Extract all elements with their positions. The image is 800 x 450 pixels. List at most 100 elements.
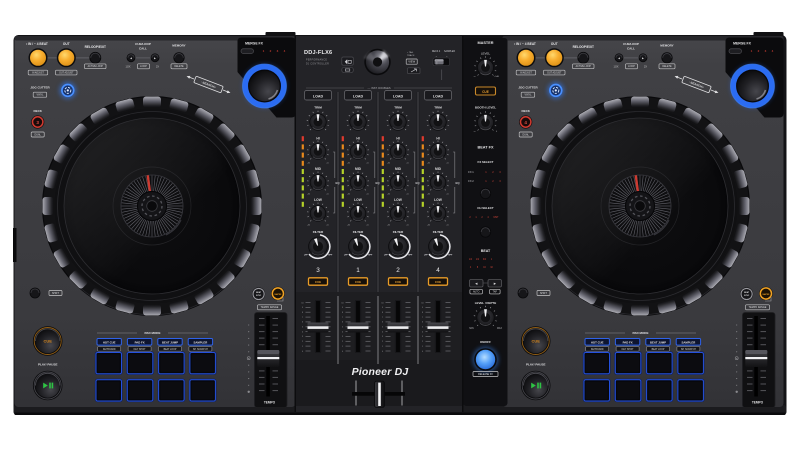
svg-text:HOT CUE: HOT CUE <box>591 340 604 344</box>
svg-text:TEMPO: TEMPO <box>264 400 276 404</box>
svg-text:HPF: HPF <box>448 255 453 257</box>
svg-text:FX 1: FX 1 <box>468 170 474 174</box>
svg-text:LEVEL / DEPTH: LEVEL / DEPTH <box>475 301 496 305</box>
svg-text:MEMORY: MEMORY <box>172 44 185 48</box>
svg-text:JOG CUTTER: JOG CUTTER <box>518 86 538 90</box>
svg-text:2: 2 <box>396 267 400 274</box>
svg-text:+6: +6 <box>326 163 328 165</box>
svg-text:CUE: CUE <box>315 280 321 284</box>
svg-text:KEYBOARD: KEYBOARD <box>103 348 116 351</box>
svg-text:RELEASE FX: RELEASE FX <box>478 373 493 376</box>
svg-text:DECK: DECK <box>521 109 530 113</box>
svg-text:KEY SHIFT: KEY SHIFT <box>134 349 146 351</box>
svg-text:BEAT LOOP: BEAT LOOP <box>652 348 665 351</box>
svg-text:-26: -26 <box>387 225 390 227</box>
svg-text:LEVEL: LEVEL <box>481 52 491 56</box>
svg-text:HPF: HPF <box>408 255 413 257</box>
svg-text:FILTER: FILTER <box>433 230 444 234</box>
svg-text:+6: +6 <box>366 225 368 227</box>
svg-text:OUT: OUT <box>551 42 558 46</box>
svg-text:CUE: CUE <box>43 339 52 344</box>
svg-text:MID: MID <box>395 167 402 171</box>
svg-text:MAX: MAX <box>497 327 502 330</box>
svg-text:DDJ-FLX6: DDJ-FLX6 <box>304 50 332 56</box>
svg-text:+ TAG: + TAG <box>407 51 413 54</box>
svg-text:1: 1 <box>356 267 360 274</box>
svg-text:SYNC: SYNC <box>744 295 750 297</box>
svg-text:PAD MODE: PAD MODE <box>633 331 649 335</box>
svg-text:ACTIVE LOOP: ACTIVE LOOP <box>88 65 104 68</box>
svg-text:BEAT LOOP: BEAT LOOP <box>164 348 177 351</box>
svg-text:DUAL: DUAL <box>523 133 530 136</box>
svg-text:TEMPO RANGE: TEMPO RANGE <box>749 306 767 309</box>
svg-text:VINYL: VINYL <box>525 94 533 97</box>
svg-text:ON/OFF: ON/OFF <box>480 340 491 344</box>
svg-text:BEAT FX: BEAT FX <box>478 145 494 149</box>
svg-text:FX SELECT: FX SELECT <box>478 160 494 164</box>
svg-text:MID: MID <box>355 167 362 171</box>
svg-text:-26: -26 <box>347 225 350 227</box>
svg-text:SYNC: SYNC <box>256 295 262 297</box>
svg-text:LOAD: LOAD <box>353 95 364 99</box>
svg-text:MASTER: MASTER <box>477 41 493 45</box>
svg-text:HOT CUE: HOT CUE <box>103 340 116 344</box>
svg-text:LOW: LOW <box>394 198 403 202</box>
svg-text:CALL: CALL <box>627 47 635 51</box>
svg-text:VINYL: VINYL <box>37 94 45 97</box>
svg-text:-26: -26 <box>307 194 310 196</box>
svg-text:-26: -26 <box>427 225 430 227</box>
svg-text:BEAT: BEAT <box>256 291 262 294</box>
svg-text:3: 3 <box>36 120 39 125</box>
svg-text:HI: HI <box>316 137 319 141</box>
svg-text:AUTO: AUTO <box>473 290 480 293</box>
svg-text:+6: +6 <box>406 225 408 227</box>
svg-text:LOOP: LOOP <box>628 65 635 68</box>
svg-text:-26: -26 <box>387 163 390 165</box>
svg-text:3: 3 <box>316 267 320 274</box>
svg-text:DELETE: DELETE <box>662 65 672 68</box>
svg-text:LOW: LOW <box>354 198 363 202</box>
svg-text:BEAT JUMP: BEAT JUMP <box>650 340 666 344</box>
svg-text:SP. SCRATCH: SP. SCRATCH <box>193 348 208 351</box>
svg-text:+6: +6 <box>446 163 448 165</box>
svg-text:LOAD: LOAD <box>313 95 324 99</box>
svg-text:1/2X: 1/2X <box>614 65 619 68</box>
svg-text:CUE: CUE <box>395 280 401 284</box>
svg-text:+6: +6 <box>326 225 328 227</box>
svg-text:SHIFT: SHIFT <box>52 292 59 295</box>
svg-text:PLAY/ PAUSE: PLAY/ PAUSE <box>526 362 546 366</box>
svg-text:TRIM: TRIM <box>434 106 442 110</box>
svg-text:TEMPO RANGE: TEMPO RANGE <box>261 306 279 309</box>
svg-text:KEY SHIFT: KEY SHIFT <box>622 349 634 351</box>
svg-text:BEAT: BEAT <box>481 249 491 253</box>
svg-text:4: 4 <box>524 120 527 125</box>
svg-text:+9dB: +9dB <box>494 76 499 78</box>
svg-text:SHIFT: SHIFT <box>540 292 547 295</box>
svg-text:LOOP: LOOP <box>140 65 147 68</box>
svg-text:SAMPLER: SAMPLER <box>194 340 208 344</box>
svg-text:-26: -26 <box>387 194 390 196</box>
svg-text:ACTIVE LOOP: ACTIVE LOOP <box>576 65 592 68</box>
svg-text:FILTER: FILTER <box>393 230 404 234</box>
svg-text:FILTER: FILTER <box>313 230 324 234</box>
svg-text:PAD FX: PAD FX <box>135 340 145 344</box>
svg-text:JOG CUTTER: JOG CUTTER <box>30 86 50 90</box>
svg-text:TRIM: TRIM <box>354 106 362 110</box>
svg-text:SP. SCRATCH: SP. SCRATCH <box>681 348 696 351</box>
svg-text:LOAD: LOAD <box>393 95 404 99</box>
svg-text:LOW: LOW <box>434 198 443 202</box>
svg-text:OUT: OUT <box>63 42 70 46</box>
svg-text:FILTER: FILTER <box>353 230 364 234</box>
svg-text:TRIM: TRIM <box>394 106 402 110</box>
svg-text:LOW: LOW <box>314 198 323 202</box>
svg-text:PAD MODE: PAD MODE <box>145 331 161 335</box>
svg-text:-26: -26 <box>347 163 350 165</box>
svg-text:2X: 2X <box>644 65 647 68</box>
svg-text:BEAT JUMP: BEAT JUMP <box>162 340 178 344</box>
svg-text:+6: +6 <box>366 194 368 196</box>
svg-text:MID: MID <box>435 167 442 171</box>
svg-text:HI: HI <box>356 137 359 141</box>
svg-text:+6: +6 <box>326 194 328 196</box>
svg-text:4: 4 <box>436 267 440 274</box>
svg-text:TAP: TAP <box>493 290 498 293</box>
